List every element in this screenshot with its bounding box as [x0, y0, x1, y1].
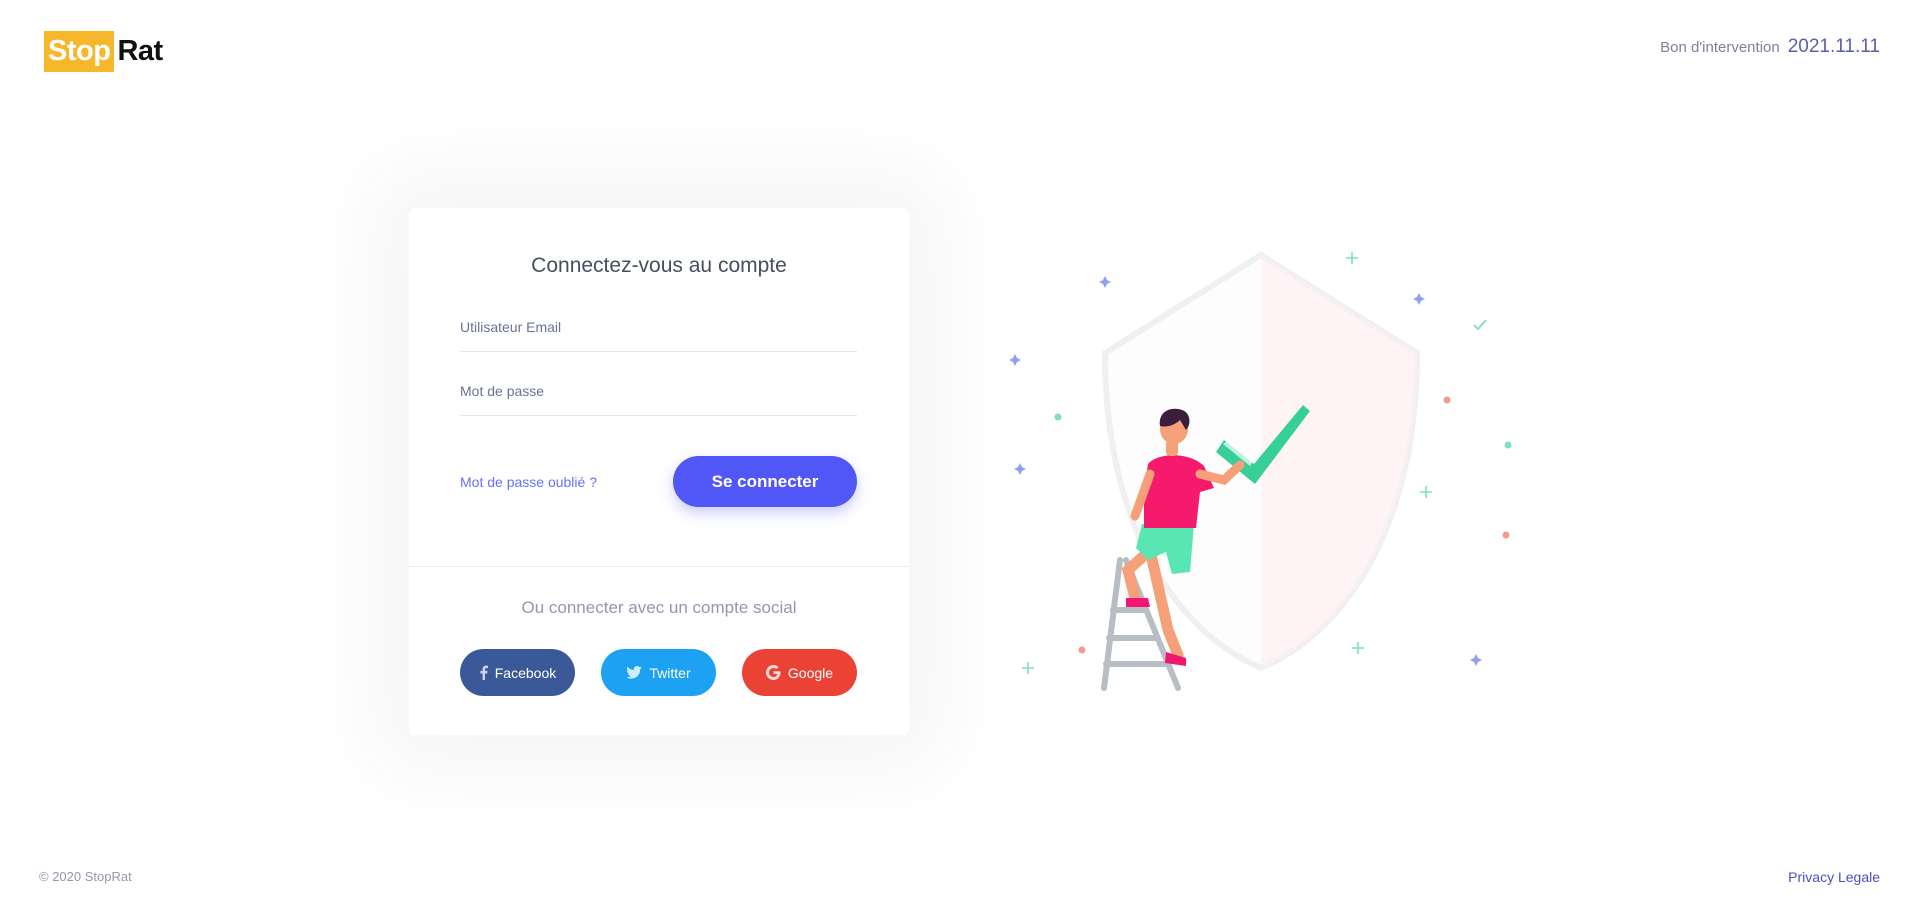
google-label: Google [787, 664, 834, 681]
login-title: Connectez-vous au compte [531, 254, 787, 277]
google-icon [765, 665, 781, 680]
twitter-icon [626, 666, 643, 679]
card-divider [409, 566, 909, 567]
email-input[interactable] [460, 302, 857, 351]
facebook-label: Facebook [494, 664, 557, 681]
logo-rat-text: Rat [117, 35, 163, 67]
facebook-login-button[interactable]: Facebook [460, 649, 575, 696]
intervention-date: 2021.11.11 [1787, 36, 1880, 57]
person-on-ladder-shield-check-illustration [1000, 230, 1530, 700]
logo-stop-text: Stop [44, 31, 115, 72]
twitter-label: Twitter [649, 664, 691, 681]
twitter-login-button[interactable]: Twitter [601, 649, 716, 696]
password-field-wrapper [460, 366, 857, 416]
social-login-title: Ou connecter avec un compte social [521, 598, 797, 617]
social-buttons-row: Facebook Twitter Google [460, 649, 857, 696]
footer-copyright: © 2020 StopRat [39, 869, 132, 884]
forgot-password-link[interactable]: Mot de passe oublié ? [460, 474, 597, 490]
email-field-wrapper [460, 302, 857, 352]
login-button[interactable]: Se connecter [673, 456, 857, 507]
google-login-button[interactable]: Google [742, 649, 857, 696]
login-card: Connectez-vous au compte Mot de passe ou… [409, 208, 909, 735]
intervention-label: Bon d'intervention [1660, 39, 1780, 56]
privacy-legal-link[interactable]: Privacy Legale [1788, 869, 1880, 885]
intervention-info: Bon d'intervention 2021.11.11 [1660, 36, 1880, 58]
header: Stop Rat Bon d'intervention 2021.11.11 [0, 0, 1920, 100]
password-input[interactable] [460, 366, 857, 415]
facebook-icon [479, 665, 488, 680]
stoprat-logo[interactable]: Stop Rat [44, 31, 163, 72]
